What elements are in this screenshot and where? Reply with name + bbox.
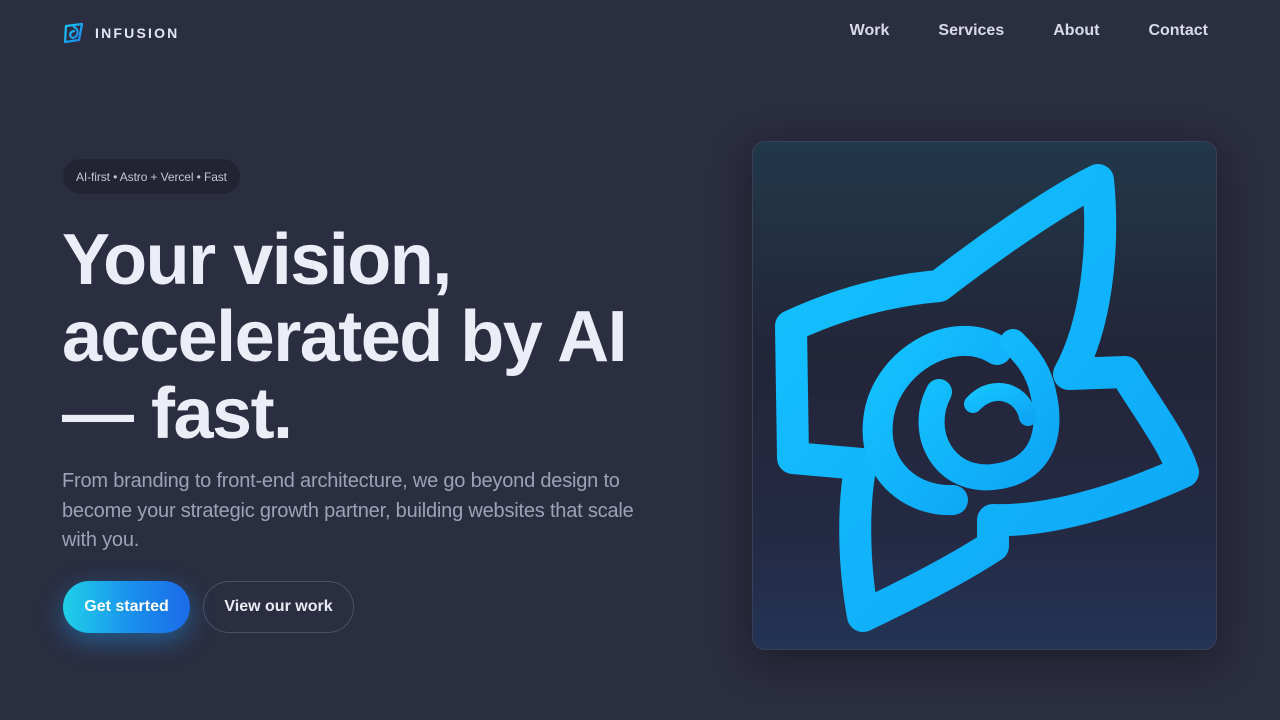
tech-badge: AI-first • Astro + Vercel • Fast <box>63 159 240 194</box>
get-started-button[interactable]: Get started <box>63 581 190 633</box>
infusion-logo-icon <box>63 22 84 44</box>
view-our-work-button[interactable]: View our work <box>203 581 354 633</box>
nav-link-services[interactable]: Services <box>938 22 1004 40</box>
hero-headline-line-2: accelerated by AI <box>62 297 628 377</box>
hero-subcopy: From branding to front-end architecture,… <box>62 470 634 551</box>
landing-page: INFUSION Work Services About Contact AI-… <box>0 0 1280 720</box>
main-nav: Work Services About Contact <box>850 22 1208 40</box>
nav-link-contact[interactable]: Contact <box>1148 22 1208 40</box>
nav-link-work[interactable]: Work <box>850 22 890 40</box>
brand-name: INFUSION <box>95 25 180 41</box>
nav-link-about[interactable]: About <box>1053 22 1099 40</box>
hero-headline-line-3: — fast. <box>62 374 293 454</box>
hero-image-card <box>752 141 1217 650</box>
site-header: INFUSION Work Services About Contact <box>0 0 1280 66</box>
hero-headline: Your vision, accelerated by AI — fast. <box>62 222 702 453</box>
brand-logo-link[interactable]: INFUSION <box>62 20 180 46</box>
hero-headline-line-1: Your vision, <box>62 220 452 300</box>
infusion-star-logo-icon <box>775 164 1199 632</box>
